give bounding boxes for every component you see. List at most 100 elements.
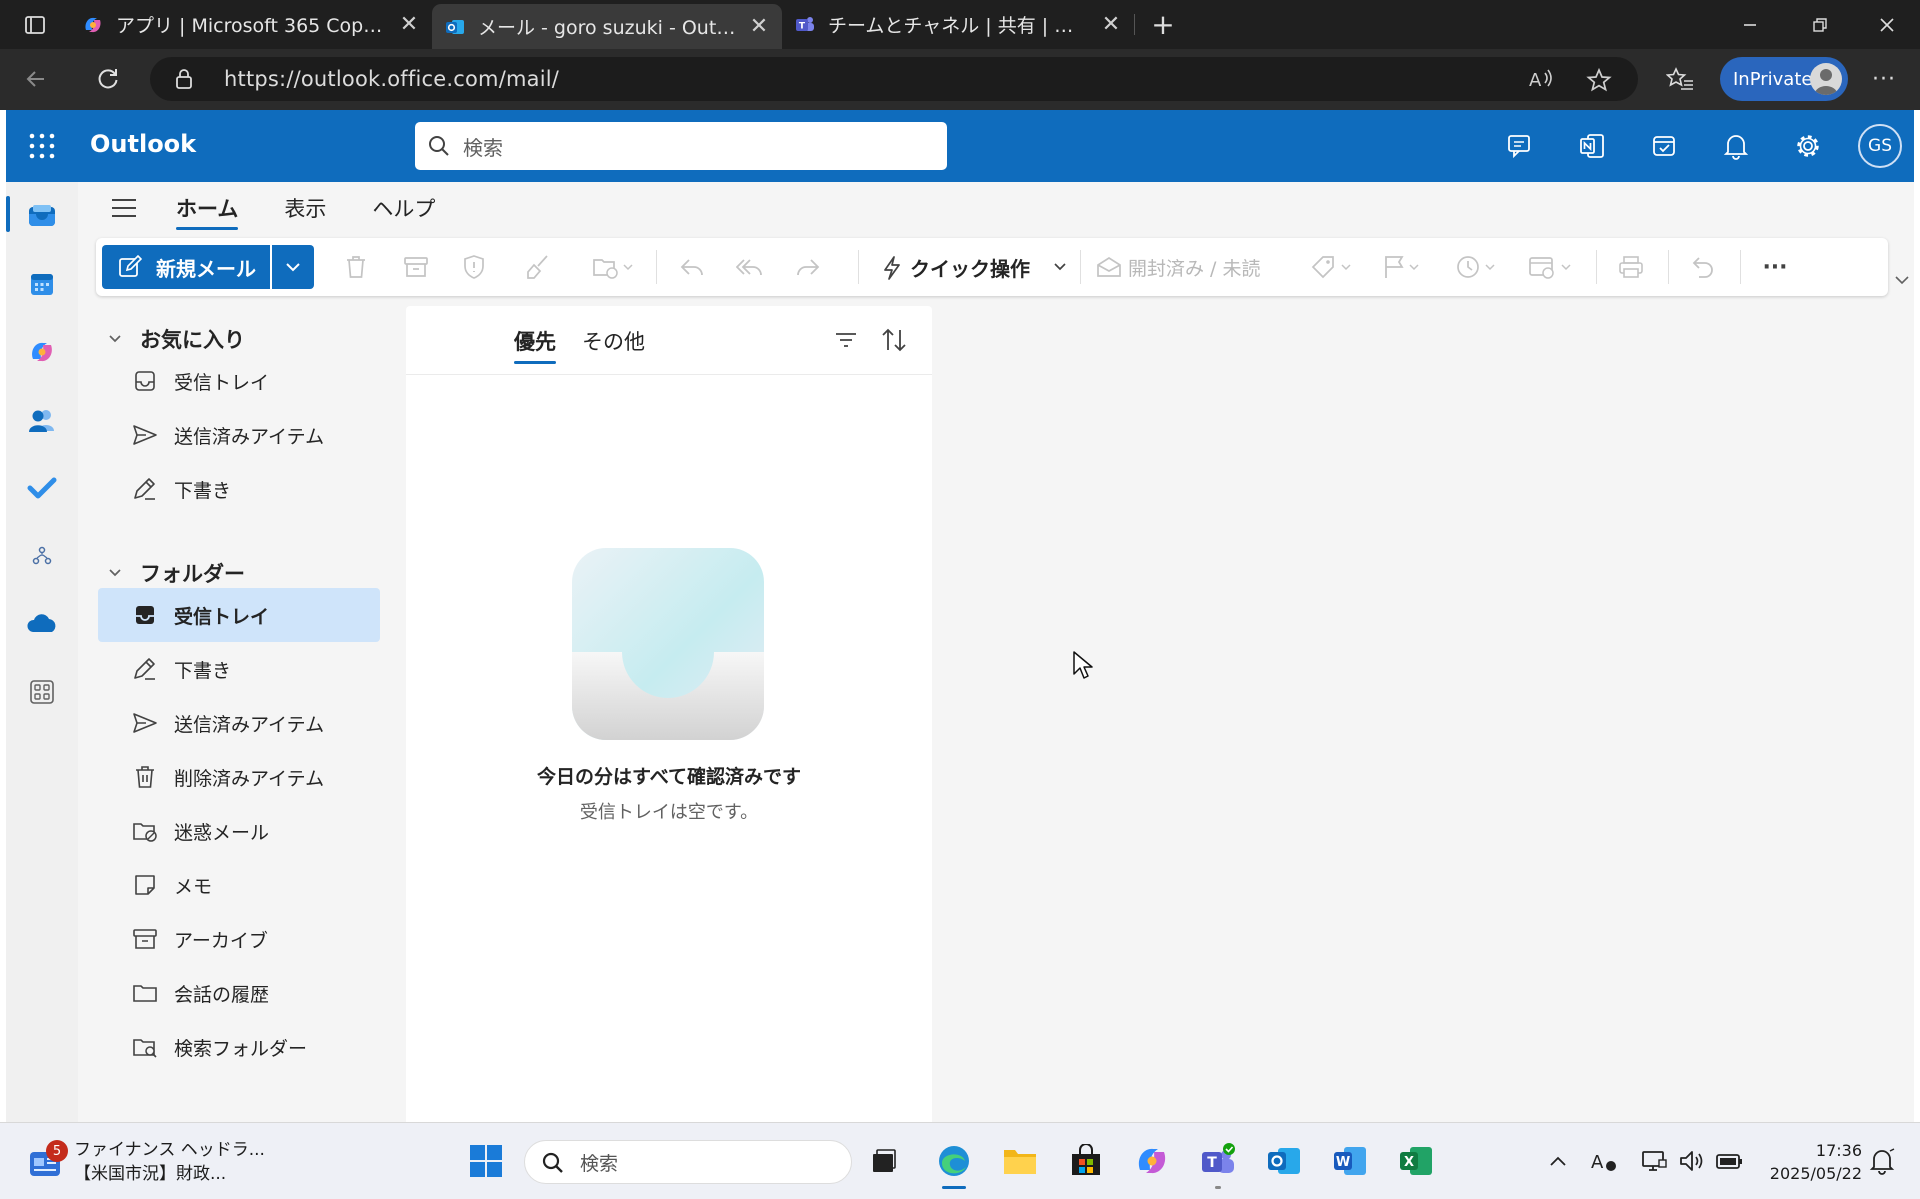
volume-button[interactable]	[1674, 1139, 1710, 1183]
lock-icon[interactable]	[174, 68, 194, 90]
folder-sent-items[interactable]: 送信済みアイテム	[98, 696, 380, 750]
close-tab-icon[interactable]: ✕	[1100, 12, 1122, 37]
browser-menu-button[interactable]: ···	[1872, 67, 1896, 92]
report-button[interactable]	[452, 248, 496, 286]
mark-read-unread-button[interactable]: 開封済み / 未読	[1092, 248, 1260, 286]
favorite-button[interactable]	[1586, 67, 1612, 93]
tab-other[interactable]: その他	[582, 318, 645, 364]
account-avatar[interactable]: GS	[1858, 124, 1902, 168]
network-button[interactable]	[1636, 1139, 1672, 1183]
navigation-pane-toggle[interactable]	[110, 196, 138, 220]
favorite-inbox[interactable]: 受信トレイ	[98, 354, 380, 408]
reply-button[interactable]	[670, 248, 714, 286]
rail-copilot[interactable]	[22, 332, 62, 372]
delete-button[interactable]	[334, 248, 378, 286]
taskbar-copilot[interactable]	[1130, 1139, 1174, 1183]
taskbar-edge[interactable]	[932, 1139, 976, 1189]
rail-todo[interactable]	[22, 468, 62, 508]
categorize-button[interactable]	[1304, 248, 1362, 286]
taskbar-teams[interactable]: T	[1196, 1139, 1240, 1189]
more-options-button[interactable]: ···	[1750, 248, 1800, 286]
rail-calendar[interactable]	[22, 264, 62, 304]
search-box[interactable]: 検索	[415, 122, 947, 170]
tab-focused[interactable]: 優先	[514, 318, 556, 364]
new-mail-button[interactable]: 新規メール	[102, 245, 270, 289]
sort-button[interactable]	[880, 326, 908, 354]
tab-home[interactable]: ホーム	[176, 182, 239, 234]
taskbar-word[interactable]: W	[1328, 1139, 1372, 1183]
quick-actions-dropdown[interactable]	[1048, 248, 1072, 286]
browser-tab-teams[interactable]: T チームとチャネル | 共有 | Microsoft Teams ✕	[782, 0, 1134, 49]
svg-text:T: T	[1207, 1155, 1217, 1171]
my-day-button[interactable]	[1644, 126, 1684, 166]
battery-button[interactable]	[1710, 1139, 1750, 1183]
quick-actions-button[interactable]: クイック操作	[870, 245, 1048, 289]
archive-button[interactable]	[394, 248, 438, 286]
rules-button[interactable]	[1522, 248, 1582, 286]
folder-search-folders[interactable]: 検索フォルダー	[98, 1020, 380, 1074]
rail-mail[interactable]	[22, 196, 62, 236]
taskbar-excel[interactable]: X	[1394, 1139, 1438, 1183]
inprivate-badge[interactable]: InPrivate	[1720, 57, 1848, 101]
toolbar-separator	[656, 250, 657, 284]
rail-onedrive[interactable]	[22, 604, 62, 644]
print-button[interactable]	[1606, 248, 1656, 286]
forward-button[interactable]	[786, 248, 830, 286]
rail-people[interactable]	[22, 400, 62, 440]
flag-button[interactable]	[1376, 248, 1428, 286]
folder-drafts[interactable]: 下書き	[98, 642, 380, 696]
new-mail-dropdown[interactable]	[272, 245, 314, 289]
taskbar-file-explorer[interactable]	[998, 1139, 1042, 1183]
favorites-button[interactable]	[1666, 66, 1694, 92]
back-button[interactable]	[22, 65, 50, 93]
favorite-drafts[interactable]: 下書き	[98, 462, 380, 516]
reply-all-button[interactable]	[728, 248, 772, 286]
taskbar-search[interactable]: 検索	[524, 1140, 852, 1184]
move-to-button[interactable]	[586, 248, 642, 286]
favorite-sent-items[interactable]: 送信済みアイテム	[98, 408, 380, 462]
folder-notes[interactable]: メモ	[98, 858, 380, 912]
folder-archive[interactable]: アーカイブ	[98, 912, 380, 966]
folder-inbox[interactable]: 受信トレイ	[98, 588, 380, 642]
snooze-button[interactable]	[1450, 248, 1506, 286]
teams-chat-button[interactable]	[1500, 126, 1540, 166]
language-button[interactable]: A	[1586, 1139, 1622, 1183]
browser-tab-outlook[interactable]: メール - goro suzuki - Outlook ✕	[432, 4, 782, 49]
system-clock[interactable]: 17:36 2025/05/22	[1762, 1139, 1862, 1185]
show-hidden-icons-button[interactable]	[1538, 1139, 1578, 1183]
read-aloud-button[interactable]: A	[1528, 67, 1554, 91]
sweep-button[interactable]	[516, 248, 560, 286]
close-window-button[interactable]	[1852, 0, 1920, 49]
start-button[interactable]	[464, 1139, 508, 1183]
notification-center-button[interactable]	[1862, 1139, 1902, 1183]
restore-button[interactable]	[1785, 0, 1855, 49]
close-tab-icon[interactable]: ✕	[398, 12, 420, 37]
tab-view[interactable]: 表示	[284, 182, 326, 234]
task-view-button[interactable]	[862, 1139, 906, 1183]
folder-junk[interactable]: 迷惑メール	[98, 804, 380, 858]
tab-help[interactable]: ヘルプ	[372, 182, 435, 234]
app-launcher-button[interactable]	[28, 132, 56, 160]
undo-button[interactable]	[1678, 248, 1728, 286]
rail-org-explorer[interactable]	[22, 536, 62, 576]
filter-button[interactable]	[834, 330, 858, 350]
folder-conversation-history[interactable]: 会話の履歴	[98, 966, 380, 1020]
taskbar-store[interactable]	[1064, 1139, 1108, 1183]
onenote-button[interactable]	[1572, 126, 1612, 166]
minimize-button[interactable]	[1715, 0, 1785, 49]
notifications-button[interactable]	[1716, 126, 1756, 166]
favorites-header[interactable]: お気に入り	[108, 324, 245, 354]
close-tab-icon[interactable]: ✕	[748, 14, 770, 39]
settings-button[interactable]	[1788, 126, 1828, 166]
expand-ribbon-button[interactable]	[1894, 274, 1910, 286]
news-widget[interactable]: 5 ファイナンス ヘッドラ... 【米国市況】財政...	[28, 1137, 265, 1187]
taskbar-outlook[interactable]	[1262, 1139, 1306, 1183]
browser-tab-copilot[interactable]: アプリ | Microsoft 365 Copilot ✕	[70, 0, 432, 49]
new-tab-button[interactable]: +	[1135, 0, 1191, 49]
folders-header[interactable]: フォルダー	[108, 558, 245, 588]
refresh-button[interactable]	[94, 65, 122, 93]
tab-actions-button[interactable]	[0, 0, 70, 49]
rail-more-apps[interactable]	[22, 672, 62, 712]
folder-deleted-items[interactable]: 削除済みアイテム	[98, 750, 380, 804]
address-bar[interactable]: https://outlook.office.com/mail/ A	[150, 57, 1638, 101]
